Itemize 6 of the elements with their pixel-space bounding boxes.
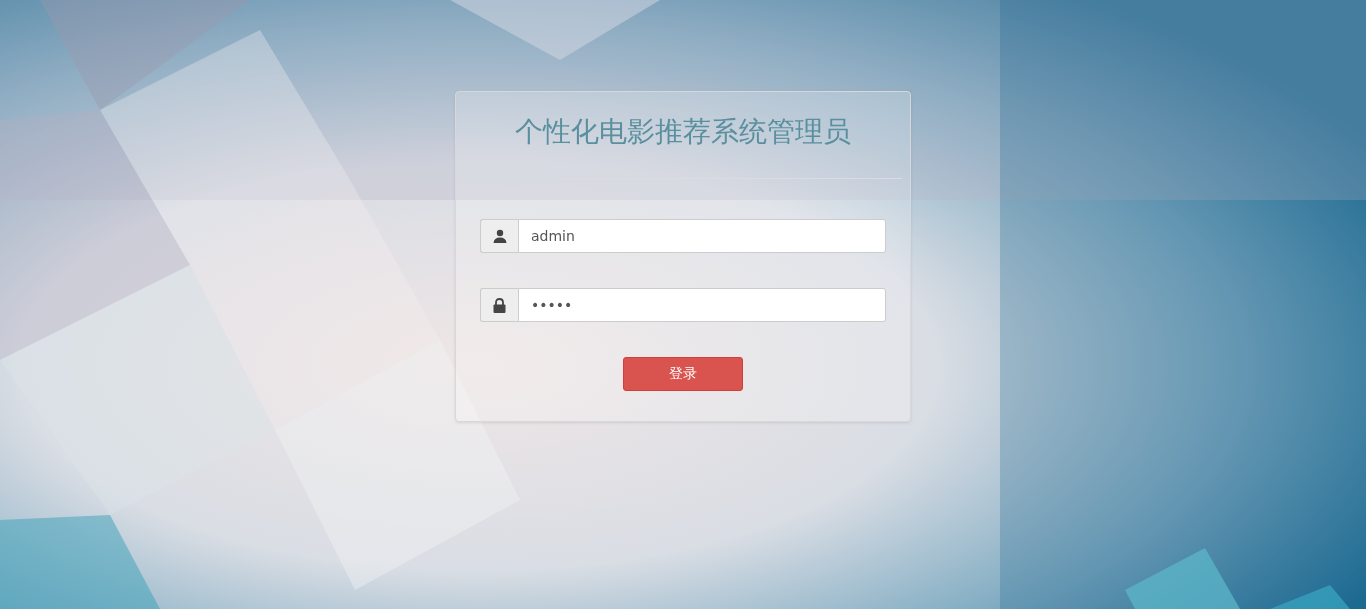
user-icon: [492, 229, 507, 243]
username-field[interactable]: admin: [518, 219, 886, 253]
login-button[interactable]: 登录: [623, 357, 743, 391]
lock-icon: [493, 297, 506, 313]
password-field[interactable]: •••••: [518, 288, 886, 322]
page-title: 个性化电影推荐系统管理员: [515, 114, 851, 150]
